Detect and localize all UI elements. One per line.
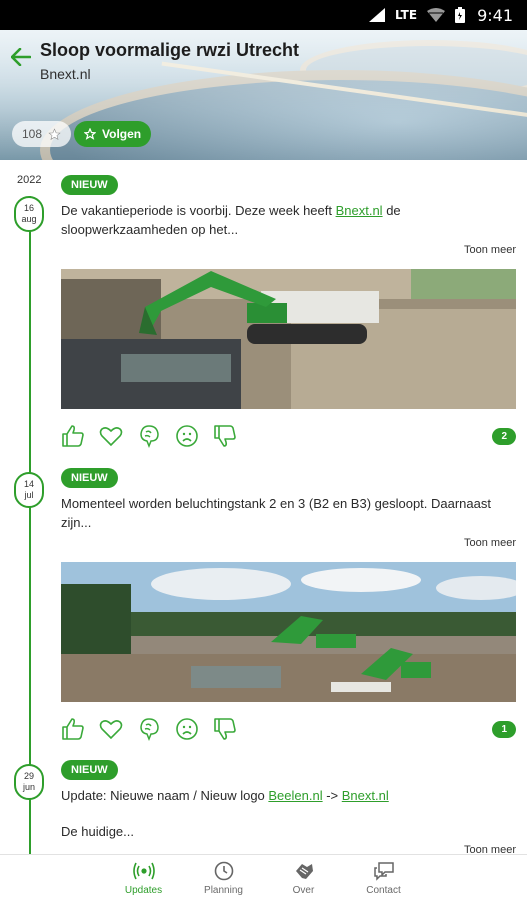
- signal-icon: [369, 8, 386, 22]
- new-badge: NIEUW: [61, 468, 118, 488]
- nav-label: Updates: [124, 885, 163, 896]
- thumbs-up-icon[interactable]: [61, 717, 85, 741]
- clock-icon: [214, 861, 233, 881]
- chat-icon: [373, 862, 394, 881]
- new-badge: NIEUW: [61, 760, 118, 780]
- new-badge: NIEUW: [61, 175, 118, 195]
- back-button[interactable]: [8, 44, 34, 70]
- update-post[interactable]: NIEUW Update: Nieuwe naam / Nieuw logo B…: [61, 760, 516, 854]
- thinking-icon[interactable]: [137, 424, 161, 448]
- nav-over[interactable]: Over: [277, 861, 331, 900]
- show-more-link[interactable]: Toon meer: [61, 844, 516, 854]
- post-month: jul: [24, 490, 34, 500]
- reaction-bar: 1: [61, 716, 516, 742]
- post-month: aug: [21, 214, 37, 224]
- update-post[interactable]: NIEUW De vakantieperiode is voorbij. Dez…: [61, 175, 516, 449]
- updates-feed[interactable]: 2022 16 aug NIEUW De vakantieperiode is …: [0, 160, 527, 854]
- demolition-site-photo: [61, 562, 516, 702]
- battery-icon: [455, 7, 466, 23]
- clock-time: 9:41: [477, 5, 513, 25]
- post-text-part: ->: [322, 788, 342, 803]
- post-link[interactable]: Bnext.nl: [342, 788, 389, 803]
- timeline-line: [29, 196, 31, 854]
- nav-contact[interactable]: Contact: [357, 861, 411, 900]
- post-date: 29 jun: [14, 764, 44, 800]
- post-text: Update: Nieuwe naam / Nieuw logo Beelen.…: [61, 786, 516, 805]
- reaction-count[interactable]: 2: [492, 427, 516, 445]
- page-title: Sloop voormalige rwzi Utrecht: [40, 40, 300, 60]
- nav-label: Planning: [204, 885, 243, 896]
- post-text: De huidige...: [61, 824, 134, 839]
- post-day: 16: [23, 203, 34, 213]
- thumbs-up-icon[interactable]: [61, 424, 85, 448]
- post-date: 16 aug: [14, 196, 44, 232]
- thumbs-down-icon[interactable]: [213, 424, 237, 448]
- broadcast-icon: [132, 862, 155, 880]
- update-post[interactable]: NIEUW Momenteel worden beluchtingstank 2…: [61, 468, 516, 742]
- reaction-count[interactable]: 1: [492, 720, 516, 738]
- network-type: LTE: [395, 8, 418, 22]
- sad-face-icon[interactable]: [175, 717, 199, 741]
- post-text: De vakantieperiode is voorbij. Deze week…: [61, 201, 516, 239]
- thinking-icon[interactable]: [137, 717, 161, 741]
- post-month: jun: [22, 782, 35, 792]
- nav-label: Contact: [366, 885, 401, 896]
- post-day: 29: [23, 771, 34, 781]
- reaction-bar: 2: [61, 423, 516, 449]
- post-text-part: Update: Nieuwe naam / Nieuw logo: [61, 788, 269, 803]
- show-more-link[interactable]: Toon meer: [61, 537, 516, 549]
- thumbs-down-icon[interactable]: [213, 717, 237, 741]
- nav-planning[interactable]: Planning: [197, 861, 251, 900]
- follow-button[interactable]: Volgen: [74, 121, 152, 147]
- post-link[interactable]: Beelen.nl: [268, 788, 322, 803]
- hands-icon: [295, 864, 313, 879]
- bottom-navigation: Updates Planning Over Contact: [0, 854, 527, 900]
- post-text: Momenteel worden beluchtingstank 2 en 3 …: [61, 496, 491, 530]
- post-text-part: De vakantieperiode is voorbij. Deze week…: [61, 203, 336, 218]
- show-more-link[interactable]: Toon meer: [61, 244, 516, 256]
- status-bar: LTE 9:41: [0, 0, 527, 30]
- follow-label: Volgen: [102, 127, 142, 141]
- wifi-icon: [427, 8, 446, 22]
- post-photo[interactable]: [61, 269, 516, 409]
- star-icon: [48, 127, 61, 140]
- excavator-photo: [61, 269, 516, 409]
- heart-icon[interactable]: [99, 717, 123, 741]
- timeline-year: 2022: [17, 174, 42, 186]
- post-date: 14 jul: [14, 472, 44, 508]
- post-photo[interactable]: [61, 562, 516, 702]
- favorites-pill[interactable]: 108: [12, 121, 72, 147]
- sad-face-icon[interactable]: [175, 424, 199, 448]
- arrow-left-icon: [11, 48, 31, 66]
- star-outline-icon: [84, 128, 96, 140]
- nav-updates[interactable]: Updates: [117, 861, 171, 900]
- post-day: 14: [23, 479, 34, 489]
- nav-label: Over: [292, 885, 315, 896]
- page-subtitle: Bnext.nl: [40, 66, 91, 82]
- favorites-count: 108: [22, 127, 43, 141]
- heart-icon[interactable]: [99, 424, 123, 448]
- post-link[interactable]: Bnext.nl: [336, 203, 383, 218]
